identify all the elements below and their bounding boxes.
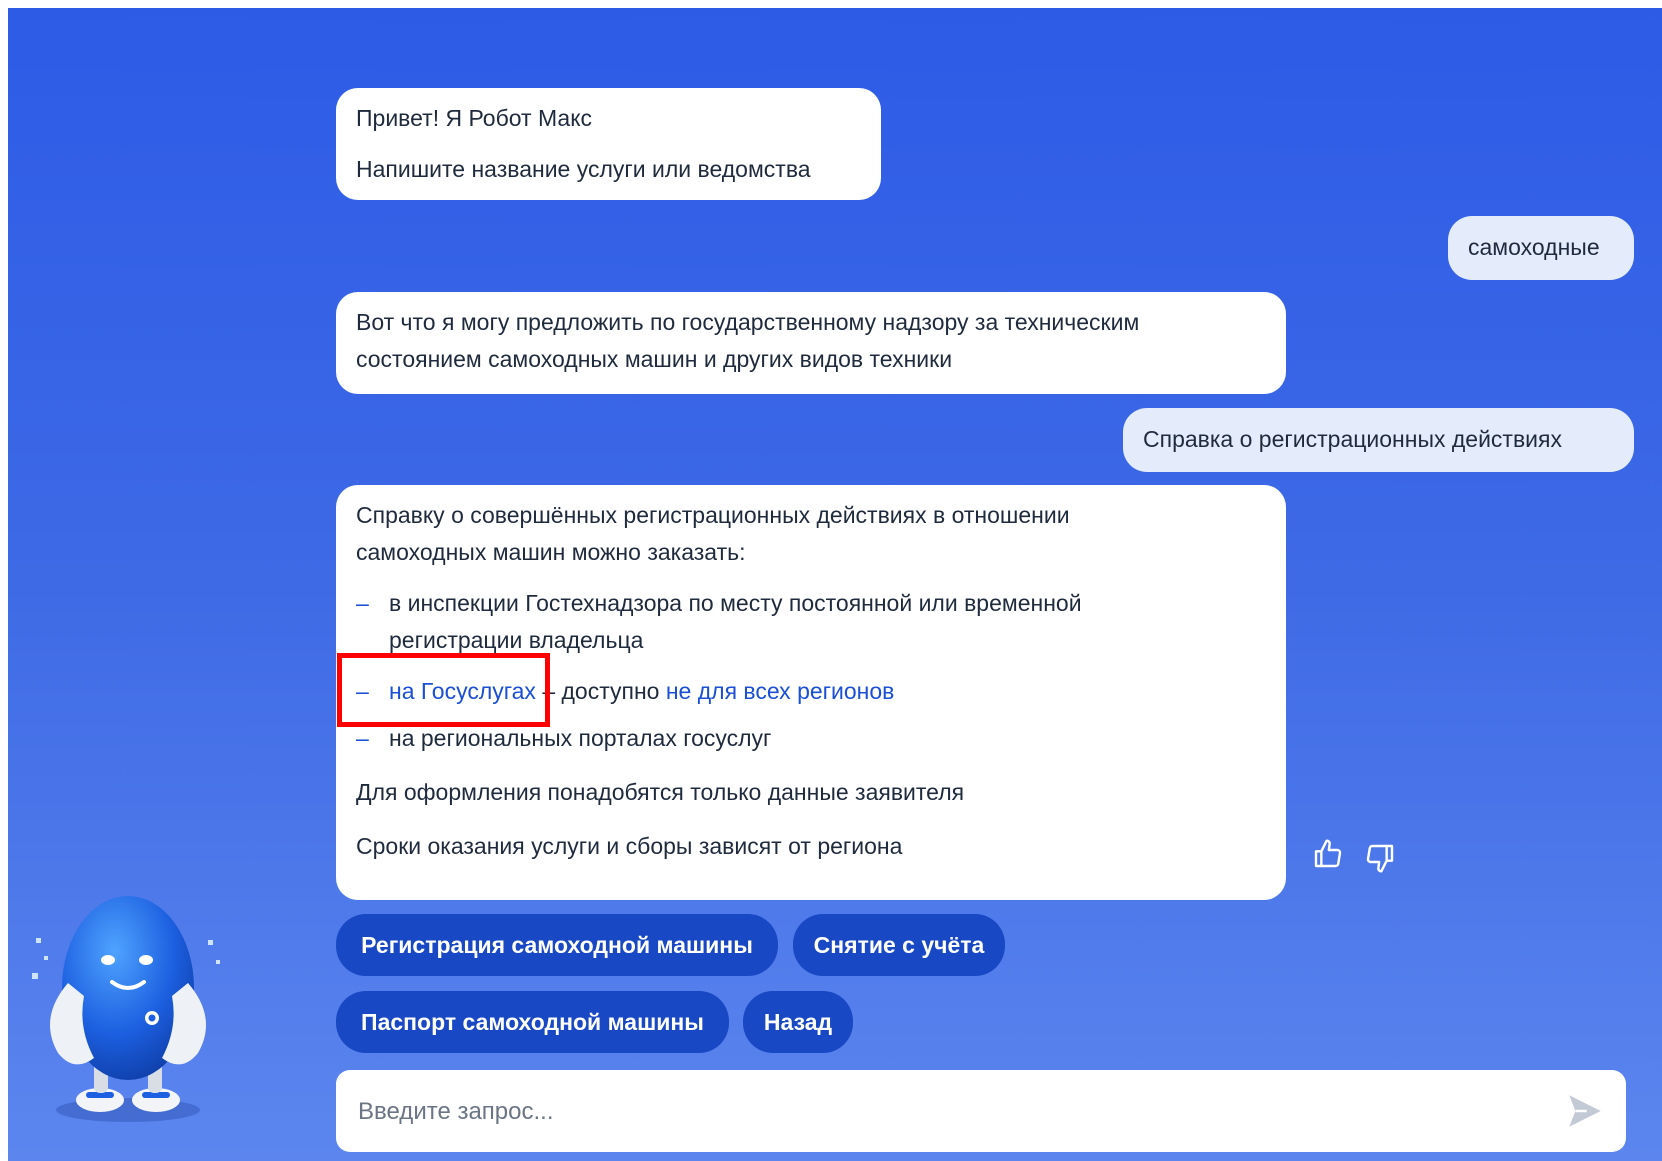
send-icon[interactable] xyxy=(1564,1090,1606,1132)
list-item: – на Госуслугах – доступно не для всех р… xyxy=(356,673,1266,710)
bot-message-3-note-2: Сроки оказания услуги и сборы зависят от… xyxy=(356,833,903,859)
user-message-2-text: Справка о регистрационных действиях xyxy=(1143,426,1562,452)
list-item-middle-text: – доступно xyxy=(535,678,666,704)
list-item-text: на региональных порталах госуслуг xyxy=(389,725,772,751)
chat-window: Привет! Я Робот Макс Напишите название у… xyxy=(8,8,1662,1161)
quick-reply-label: Паспорт самоходной машины xyxy=(361,1008,704,1035)
quick-reply-label: Назад xyxy=(763,1008,833,1035)
quick-reply-back[interactable]: Назад xyxy=(743,991,853,1053)
list-dash: – xyxy=(356,678,369,704)
user-message-1: самоходные xyxy=(1448,216,1634,280)
greeting-line-2: Напишите название услуги или ведомства xyxy=(356,156,811,182)
list-item: – на региональных порталах госуслуг xyxy=(356,720,1266,757)
not-all-regions-link[interactable]: не для всех регионов xyxy=(666,678,895,704)
query-input-bar xyxy=(336,1070,1626,1154)
robot-max-mascot xyxy=(28,878,228,1128)
gosuslugi-link[interactable]: на Госуслугах xyxy=(389,678,536,704)
bot-message-3-intro: Справку о совершённых регистрационных де… xyxy=(356,502,1070,565)
thumbs-up-icon[interactable] xyxy=(1312,838,1344,870)
quick-reply-label: Снятие с учёта xyxy=(813,931,985,958)
list-item-text: в инспекции Гостехнадзора по месту посто… xyxy=(389,590,1082,653)
quick-reply-passport[interactable]: Паспорт самоходной машины xyxy=(336,991,729,1053)
query-input[interactable] xyxy=(356,1070,1540,1154)
user-message-1-text: самоходные xyxy=(1468,234,1600,260)
list-dash: – xyxy=(356,590,369,616)
bot-message-3: Справку о совершённых регистрационных де… xyxy=(336,485,1286,900)
greeting-line-1: Привет! Я Робот Макс xyxy=(356,105,593,131)
user-message-2: Справка о регистрационных действиях xyxy=(1123,408,1634,472)
bot-message-greeting: Привет! Я Робот Макс Напишите название у… xyxy=(336,88,881,200)
quick-reply-registration[interactable]: Регистрация самоходной машины xyxy=(336,914,778,976)
bot-message-3-note-1: Для оформления понадобятся только данные… xyxy=(356,779,965,805)
bot-message-2: Вот что я могу предложить по государстве… xyxy=(336,292,1286,394)
bot-message-2-text: Вот что я могу предложить по государстве… xyxy=(356,309,1140,372)
thumbs-down-icon[interactable] xyxy=(1364,842,1396,874)
list-dash: – xyxy=(356,725,369,751)
list-item: – в инспекции Гостехнадзора по месту пос… xyxy=(356,585,1266,659)
quick-reply-label: Регистрация самоходной машины xyxy=(361,931,753,958)
quick-reply-deregistration[interactable]: Снятие с учёта xyxy=(793,914,1005,976)
